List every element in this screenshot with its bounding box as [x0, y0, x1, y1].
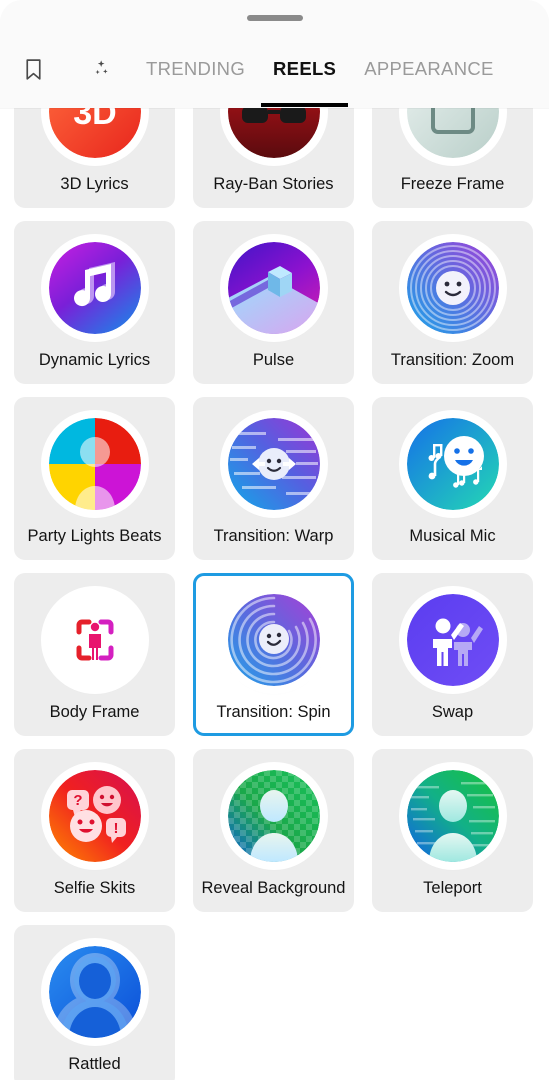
tab-appearance[interactable]: APPEARANCE — [350, 46, 507, 92]
effect-card-3d-lyrics[interactable]: 3D 3D Lyrics — [14, 108, 175, 208]
effect-thumbnail-wrap — [402, 238, 503, 338]
music-note-icon — [48, 242, 141, 334]
svg-text:?: ? — [73, 792, 82, 809]
effect-label: Pulse — [252, 351, 295, 369]
effect-thumbnail-wrap — [402, 108, 503, 162]
two-people-icon — [406, 594, 499, 686]
effect-card-swap[interactable]: Swap — [372, 573, 533, 736]
mic-smiley-icon — [406, 418, 499, 510]
rings-smiley-icon — [406, 242, 499, 334]
effect-thumbnail-wrap — [44, 942, 145, 1042]
echo-person-icon — [48, 946, 141, 1038]
effect-card-pulse[interactable]: Pulse — [193, 221, 354, 384]
body-bracket-icon — [48, 594, 141, 686]
effect-label: Reveal Background — [201, 879, 346, 897]
effect-thumbnail-wrap — [44, 414, 145, 514]
cube-icon — [227, 242, 320, 334]
spiral-smiley-icon — [227, 594, 320, 686]
tab-reels[interactable]: REELS — [259, 46, 350, 107]
glitch-person-icon — [406, 770, 499, 862]
effects-grid: 3D 3D Lyrics Ray-Ban Stories Freeze Fram… — [0, 108, 549, 1080]
glasses-icon — [227, 108, 320, 158]
effect-thumbnail-wrap — [223, 108, 324, 162]
tab-reels-label: REELS — [273, 58, 337, 79]
effect-label: Dynamic Lyrics — [38, 351, 151, 369]
effect-label: Ray-Ban Stories — [213, 175, 334, 193]
svg-text:3D: 3D — [73, 108, 116, 132]
warp-arrows-icon — [227, 418, 320, 510]
effect-thumbnail-wrap — [402, 766, 503, 866]
effect-thumbnail-wrap — [402, 414, 503, 514]
effect-card-rattled[interactable]: Rattled — [14, 925, 175, 1080]
effect-label: Selfie Skits — [53, 879, 136, 897]
effect-label: Body Frame — [49, 703, 140, 721]
tab-trending-label: TRENDING — [146, 58, 246, 79]
effect-card-musical-mic[interactable]: Musical Mic — [372, 397, 533, 560]
effect-card-teleport[interactable]: Teleport — [372, 749, 533, 912]
checker-person-icon — [227, 770, 320, 862]
effect-thumbnail-wrap: 3D — [44, 108, 145, 162]
lyrics-3d-icon: 3D — [48, 108, 141, 158]
effect-label: Transition: Spin — [216, 703, 331, 721]
quadrant-person-icon — [48, 418, 141, 510]
effect-label: 3D Lyrics — [60, 175, 129, 193]
effect-card-freeze-frame[interactable]: Freeze Frame — [372, 108, 533, 208]
effect-thumbnail-wrap — [223, 414, 324, 514]
freeze-icon — [406, 108, 499, 158]
sparkles-icon[interactable] — [66, 46, 132, 92]
tab-appearance-label: APPEARANCE — [364, 58, 494, 79]
effect-label: Musical Mic — [409, 527, 496, 545]
effect-card-body-frame[interactable]: Body Frame — [14, 573, 175, 736]
effect-thumbnail-wrap — [223, 766, 324, 866]
effect-card-party-lights-beats[interactable]: Party Lights Beats — [14, 397, 175, 560]
effect-card-transition-zoom[interactable]: Transition: Zoom — [372, 221, 533, 384]
effect-label: Freeze Frame — [400, 175, 505, 193]
effect-label: Swap — [431, 703, 474, 721]
effect-card-transition-spin[interactable]: Transition: Spin — [193, 573, 354, 736]
svg-text:!: ! — [113, 820, 118, 837]
bottom-sheet-header: TRENDING REELS APPEARANCE — [0, 0, 549, 108]
effect-card-reveal-background[interactable]: Reveal Background — [193, 749, 354, 912]
effects-tray-screen: TRENDING REELS APPEARANCE 3D 3D Lyrics R… — [0, 0, 549, 1080]
effect-thumbnail-wrap: ? ! — [44, 766, 145, 866]
effect-card-ray-ban-stories[interactable]: Ray-Ban Stories — [193, 108, 354, 208]
drag-handle[interactable] — [246, 15, 303, 21]
effect-thumbnail-wrap — [44, 590, 145, 690]
effect-card-dynamic-lyrics[interactable]: Dynamic Lyrics — [14, 221, 175, 384]
effect-thumbnail-wrap — [44, 238, 145, 338]
effect-thumbnail-wrap — [402, 590, 503, 690]
effect-label: Transition: Zoom — [390, 351, 515, 369]
effect-label: Teleport — [423, 879, 482, 897]
effects-grid-scroll[interactable]: 3D 3D Lyrics Ray-Ban Stories Freeze Fram… — [0, 108, 549, 1080]
effect-thumbnail-wrap — [223, 590, 324, 690]
bookmark-icon[interactable] — [0, 46, 66, 92]
effect-thumbnail-wrap — [223, 238, 324, 338]
active-tab-underline — [261, 103, 349, 107]
effect-label: Rattled — [68, 1055, 121, 1073]
effect-label: Transition: Warp — [213, 527, 334, 545]
effect-card-selfie-skits[interactable]: ? ! Selfie Skits — [14, 749, 175, 912]
effect-label: Party Lights Beats — [27, 527, 162, 545]
tab-trending[interactable]: TRENDING — [132, 46, 259, 92]
tab-bar: TRENDING REELS APPEARANCE — [0, 46, 549, 108]
effect-card-transition-warp[interactable]: Transition: Warp — [193, 397, 354, 560]
speech-smiley-icon: ? ! — [48, 770, 141, 862]
